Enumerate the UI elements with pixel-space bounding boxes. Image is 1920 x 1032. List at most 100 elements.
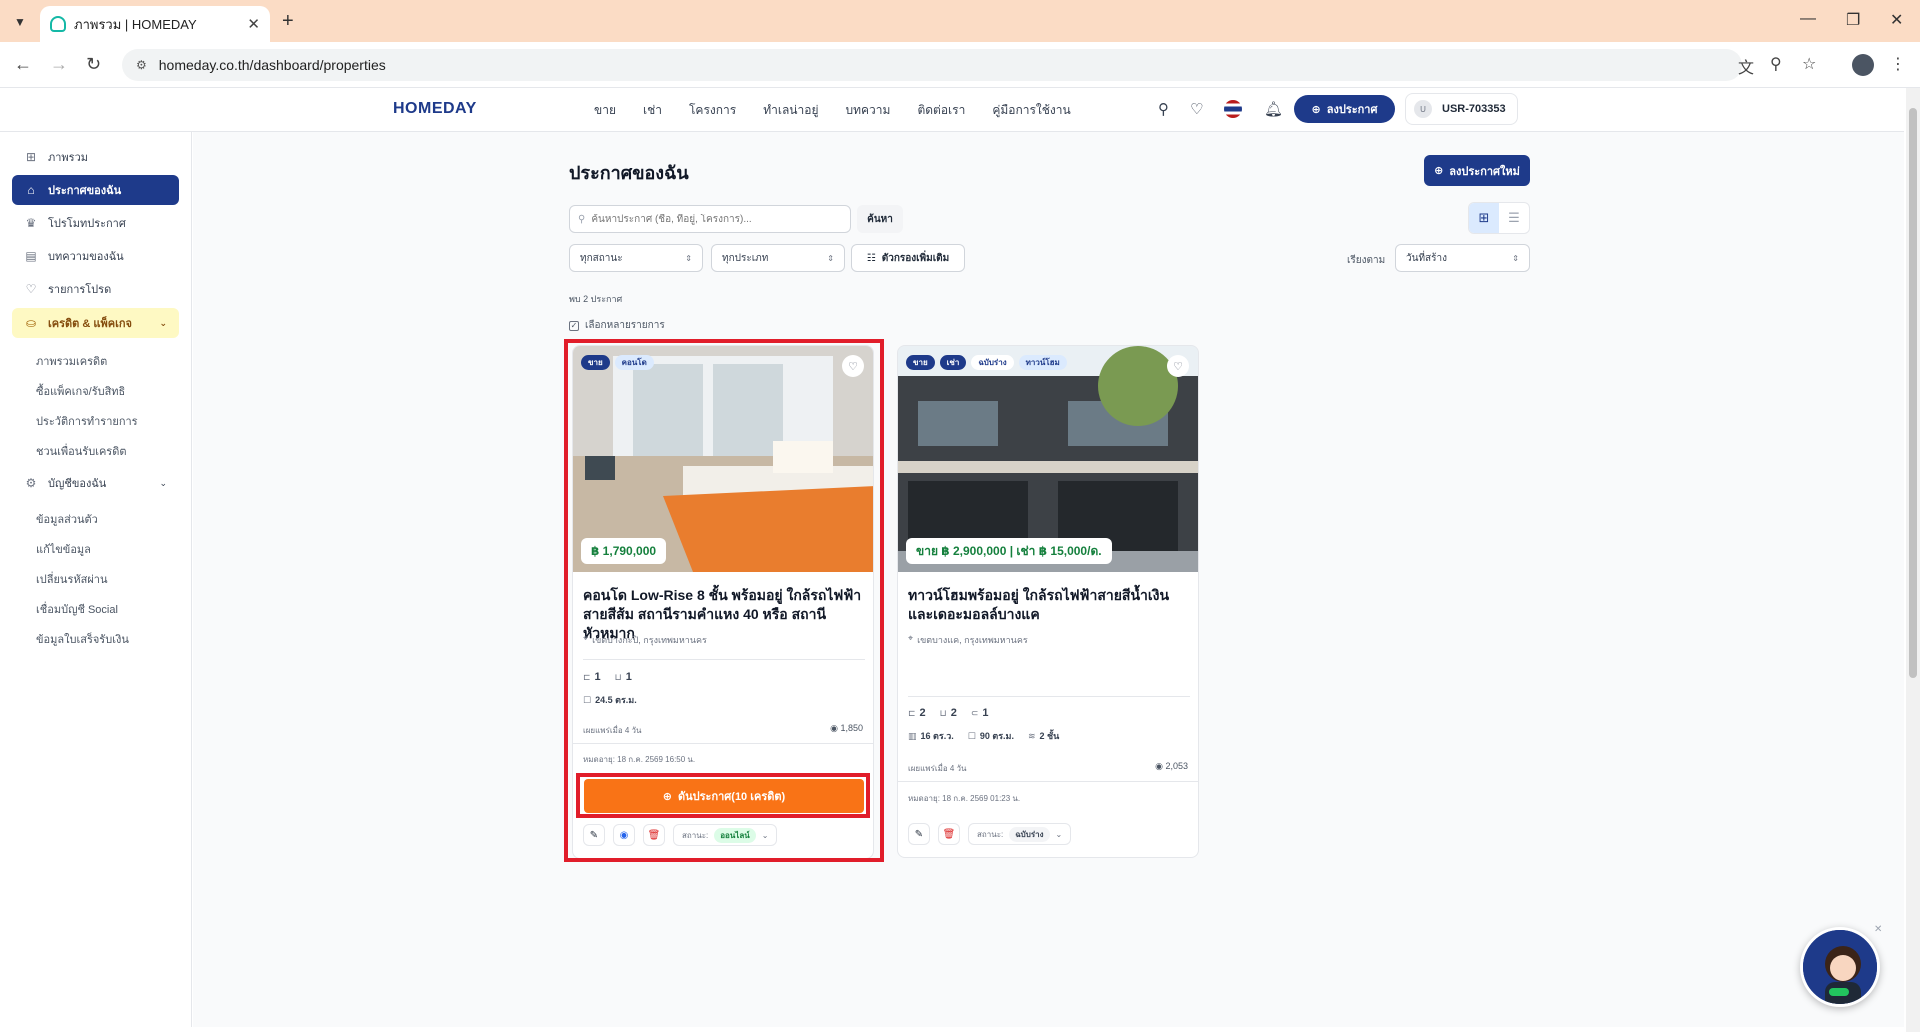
nav-item-articles[interactable]: บทความ xyxy=(846,101,891,120)
more-filters-label: ตัวกรองเพิ่มเติม xyxy=(881,252,950,264)
status-filter-select[interactable]: ทุกสถานะ ⇕ xyxy=(569,244,703,272)
crown-icon: ♛ xyxy=(25,216,37,230)
bathroom-count: 1 xyxy=(625,671,632,683)
nav-item-guide[interactable]: คู่มือการใช้งาน xyxy=(992,101,1070,120)
view-eye-icon[interactable]: ◉ xyxy=(613,824,635,846)
grid-view-icon[interactable]: ⊞ xyxy=(1469,203,1499,233)
listing-card[interactable]: ขาย คอนโด ♡ ฿ 1,790,000 คอนโด Low-Rise 8… xyxy=(572,345,874,859)
list-view-icon[interactable]: ☰ xyxy=(1499,203,1529,233)
published-time: เผยแพร่เมื่อ 4 วัน xyxy=(908,764,967,773)
search-button[interactable]: ค้นหา xyxy=(857,205,903,233)
tab-search-icon[interactable]: ▼ xyxy=(8,10,32,34)
sidebar-subitem-receipt[interactable]: ข้อมูลใบเสร็จรับเงิน xyxy=(36,630,129,648)
sidebar-group-account[interactable]: ⚙ บัญชีของฉัน ⌄ xyxy=(12,468,179,498)
sidebar-subitem-credit-overview[interactable]: ภาพรวมเครดิต xyxy=(36,352,107,370)
view-toggle: ⊞ ☰ xyxy=(1468,202,1530,234)
search-icon: ⚲ xyxy=(578,213,586,225)
restore-icon[interactable]: ❐ xyxy=(1846,10,1860,30)
nav-item-projects[interactable]: โครงการ xyxy=(689,101,736,120)
zoom-icon[interactable]: ⚲ xyxy=(1770,54,1782,74)
heart-icon: ♡ xyxy=(25,282,37,296)
sidebar-subitem-password[interactable]: เปลี่ยนรหัสผ่าน xyxy=(36,570,107,588)
floor-count: 2 ชั้น xyxy=(1039,731,1060,741)
search-input[interactable] xyxy=(591,213,832,225)
chat-assistant-avatar[interactable] xyxy=(1800,927,1880,1007)
forward-icon[interactable]: → xyxy=(50,54,68,75)
new-tab-icon[interactable]: + xyxy=(282,10,294,33)
search-icon[interactable]: ⚲ xyxy=(1158,100,1169,118)
view-count: ◉ 1,850 xyxy=(830,723,863,734)
edit-pencil-icon[interactable]: ✎ xyxy=(908,823,930,845)
status-dropdown[interactable]: สถานะ: ออนไลน์ ⌄ xyxy=(673,824,778,846)
heart-icon[interactable]: ♡ xyxy=(1190,100,1203,118)
close-window-icon[interactable]: ✕ xyxy=(1890,10,1903,30)
tab-title: ภาพรวม | HOMEDAY xyxy=(74,16,197,32)
nav-item-contact[interactable]: ติดต่อเรา xyxy=(917,101,965,120)
user-menu[interactable]: U USR-703353 xyxy=(1405,93,1518,125)
tag-sale: ขาย xyxy=(906,355,935,370)
scrollbar-thumb[interactable] xyxy=(1909,108,1917,678)
page-scrollbar[interactable] xyxy=(1906,88,1920,1032)
browser-profile-avatar[interactable] xyxy=(1852,54,1874,76)
site-info-icon[interactable]: ⚙ xyxy=(136,58,147,72)
minimize-icon[interactable]: — xyxy=(1800,10,1816,28)
more-filters-button[interactable]: ☷ ตัวกรองเพิ่มเติม xyxy=(851,244,965,272)
status-label: สถานะ: xyxy=(682,830,709,840)
bell-icon[interactable]: 🔔︎ xyxy=(1264,100,1283,118)
sidebar-item-my-articles[interactable]: ▤ บทความของฉัน xyxy=(12,241,179,271)
bookmark-star-icon[interactable]: ☆ xyxy=(1802,54,1816,74)
reload-icon[interactable]: ↻ xyxy=(86,54,101,75)
favorite-heart-icon[interactable]: ♡ xyxy=(842,355,864,377)
thai-flag-icon[interactable] xyxy=(1224,100,1242,118)
multi-select-toggle[interactable]: ✓ เลือกหลายรายการ xyxy=(569,318,665,333)
grid-icon: ⊞ xyxy=(25,150,37,164)
chat-close-icon[interactable]: ✕ xyxy=(1874,924,1882,935)
coins-icon: ⛀ xyxy=(25,316,37,330)
favorite-heart-icon[interactable]: ♡ xyxy=(1167,355,1189,377)
nav-item-rent[interactable]: เช่า xyxy=(643,101,662,120)
sidebar-subitem-social[interactable]: เชื่อมบัญชี Social xyxy=(36,600,118,618)
close-tab-icon[interactable]: ✕ xyxy=(247,15,260,33)
divider xyxy=(583,659,865,660)
sidebar-item-my-listings[interactable]: ⌂ ประกาศของฉัน xyxy=(12,175,179,205)
new-listing-button[interactable]: ⊕ ลงประกาศใหม่ xyxy=(1424,155,1530,186)
post-listing-button[interactable]: ⊕ ลงประกาศ xyxy=(1294,95,1395,123)
delete-trash-icon[interactable]: 🗑︎ xyxy=(938,823,960,845)
main-content: ประกาศของฉัน ⊕ ลงประกาศใหม่ ⚲ ค้นหา ⊞ ☰ … xyxy=(193,132,1904,1027)
type-filter-select[interactable]: ทุกประเภท ⇕ xyxy=(711,244,845,272)
sidebar-item-favorites[interactable]: ♡ รายการโปรด xyxy=(12,274,179,304)
sort-select[interactable]: วันที่สร้าง ⇕ xyxy=(1395,244,1530,272)
browser-tab[interactable]: ภาพรวม | HOMEDAY ✕ xyxy=(40,6,270,42)
nav-item-locations[interactable]: ทำเลน่าอยู่ xyxy=(763,101,818,120)
plus-circle-icon: ⊕ xyxy=(1434,165,1444,177)
sidebar-subitem-edit[interactable]: แก้ไขข้อมูล xyxy=(36,540,91,558)
sidebar-subitem-invite[interactable]: ชวนเพื่อนรับเครดิต xyxy=(36,442,127,460)
nav-item-sell[interactable]: ขาย xyxy=(594,101,616,120)
delete-trash-icon[interactable]: 🗑︎ xyxy=(643,824,665,846)
listing-actions: ✎ ◉ 🗑︎ สถานะ: ออนไลน์ ⌄ xyxy=(583,824,778,846)
translate-icon[interactable]: 文 xyxy=(1738,54,1754,78)
edit-pencil-icon[interactable]: ✎ xyxy=(583,824,605,846)
listing-card[interactable]: ขาย เช่า ฉบับร่าง ทาวน์โฮม ♡ ขาย ฿ 2,900… xyxy=(897,345,1199,858)
url-field[interactable]: ⚙ homeday.co.th/dashboard/properties xyxy=(122,49,1742,81)
status-dropdown[interactable]: สถานะ: ฉบับร่าง ⌄ xyxy=(968,823,1072,845)
sidebar-subitem-buy-package[interactable]: ซื้อแพ็คเกจ/รับสิทธิ xyxy=(36,382,125,400)
tag-rent: เช่า xyxy=(939,355,967,370)
map-pin-icon: ⌖ xyxy=(583,633,589,643)
sidebar-group-credit[interactable]: ⛀ เครดิต & แพ็คเกจ ⌄ xyxy=(12,308,179,338)
site-logo[interactable]: HOMEDAY xyxy=(393,100,477,118)
browser-menu-icon[interactable]: ⋮ xyxy=(1890,54,1906,74)
result-count: พบ 2 ประกาศ xyxy=(569,294,623,304)
land-icon: ▥ xyxy=(908,730,917,741)
sidebar-item-promote[interactable]: ♛ โปรโมทประกาศ xyxy=(12,208,179,238)
tag-condo: คอนโด xyxy=(614,355,654,370)
bath-icon: ⊔ xyxy=(614,671,622,682)
page-title: ประกาศของฉัน xyxy=(569,163,689,183)
sidebar-item-overview[interactable]: ⊞ ภาพรวม xyxy=(12,142,179,172)
back-icon[interactable]: ← xyxy=(14,54,32,75)
sidebar-subitem-profile[interactable]: ข้อมูลส่วนตัว xyxy=(36,510,98,528)
search-field[interactable]: ⚲ xyxy=(569,205,851,233)
boost-listing-button[interactable]: ⊕ ดันประกาศ(10 เครดิต) xyxy=(584,779,864,813)
sidebar-subitem-transactions[interactable]: ประวัติการทำรายการ xyxy=(36,412,138,430)
listing-title[interactable]: ทาวน์โฮมพร้อมอยู่ ใกล้รถไฟฟ้าสายสีน้ำเงิ… xyxy=(908,586,1194,624)
